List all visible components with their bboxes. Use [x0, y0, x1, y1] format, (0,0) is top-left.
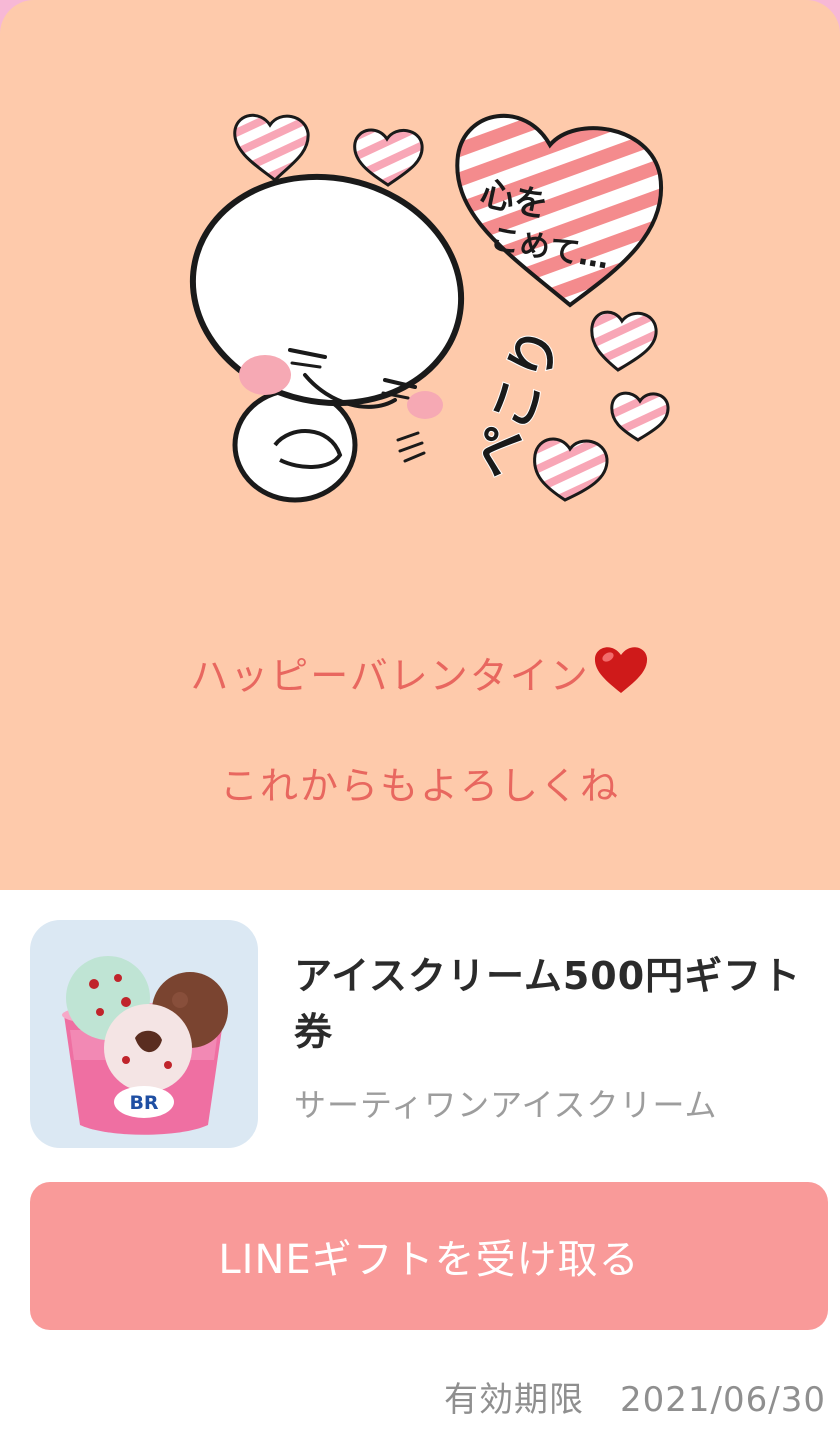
- message-line-1: ハッピーバレンタイン: [0, 643, 840, 700]
- message-line-2: これからもよろしくね: [219, 764, 620, 808]
- expiry-date: 2021/06/30: [620, 1380, 826, 1420]
- small-heart-icon: [353, 128, 424, 187]
- expiry-info: 有効期限 2021/06/30: [444, 1372, 826, 1421]
- gift-card: 心を こめて… ペこり ハッピーバレンタイン これからもよろしくね BR アイス…: [0, 0, 840, 1442]
- ice-cream-cup-icon: BR: [62, 956, 228, 1135]
- heart-emoji-icon: [594, 647, 647, 693]
- bowing-character-sticker: 心を こめて… ペこり: [189, 113, 670, 503]
- small-heart-icon: [233, 114, 310, 182]
- small-heart-icon: [590, 310, 658, 372]
- product-image: BR: [30, 920, 258, 1148]
- product-title: アイスクリーム500円ギフト券: [294, 954, 802, 1054]
- small-heart-icon: [610, 391, 670, 442]
- receive-gift-button[interactable]: LINEギフトを受け取る: [30, 1182, 828, 1330]
- big-heart-icon: 心を こめて…: [455, 113, 664, 308]
- small-heart-icon: [533, 437, 609, 502]
- message-line-1-text: ハッピーバレンタイン: [190, 654, 590, 698]
- message-area: 心を こめて… ペこり ハッピーバレンタイン これからもよろしくね: [0, 0, 840, 890]
- receive-gift-button-label: LINEギフトを受け取る: [218, 1237, 640, 1283]
- product-brand: サーティワンアイスクリーム: [294, 1086, 718, 1124]
- brand-logo-text: BR: [129, 1092, 158, 1114]
- expiry-label: 有効期限: [444, 1380, 585, 1420]
